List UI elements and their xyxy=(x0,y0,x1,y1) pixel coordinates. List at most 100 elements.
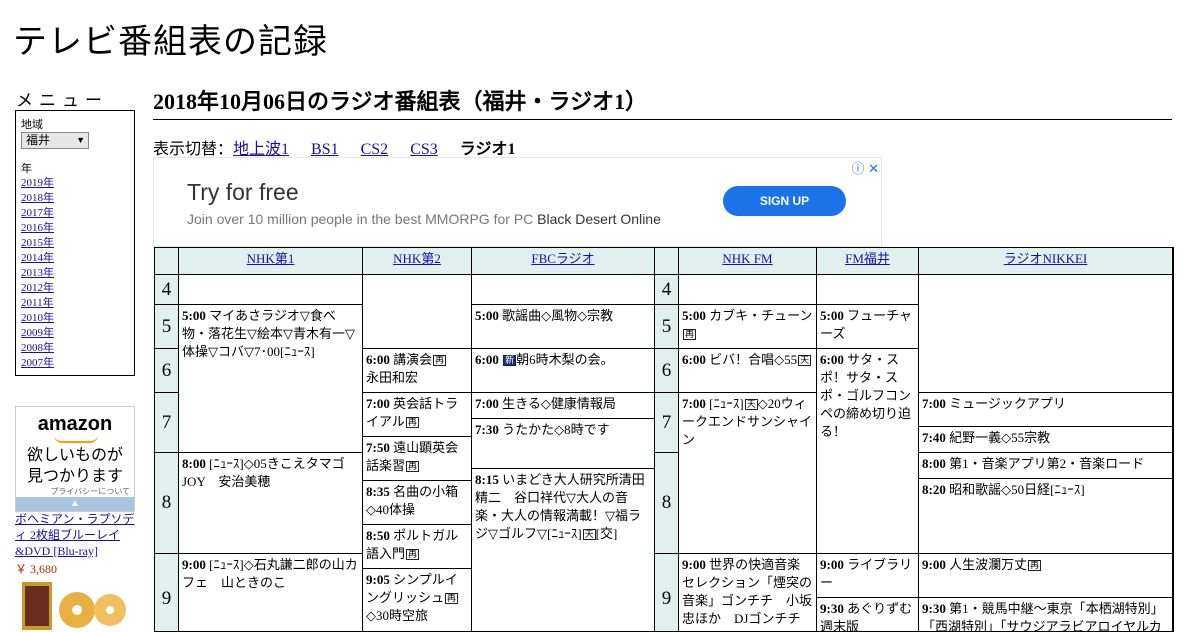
station-header[interactable]: FM福井 xyxy=(817,248,919,275)
ad-signup-button[interactable]: SIGN UP xyxy=(723,186,846,216)
amazon-scroll-up-icon[interactable]: ▲ xyxy=(16,497,134,511)
year-list: 2019年 2018年 2017年 2016年 2015年 2014年 2013… xyxy=(21,176,54,371)
station-link[interactable]: NHK第2 xyxy=(393,251,441,266)
amazon-privacy-link[interactable]: プライバシーについて xyxy=(50,486,130,497)
station-link[interactable]: NHK第1 xyxy=(247,251,295,266)
switch-link-cs3[interactable]: CS3 xyxy=(410,141,438,158)
program-cell[interactable]: 7:00 英会話トライアル再 xyxy=(363,393,472,437)
program-cell[interactable]: 8:00 [ﾆｭｰｽ]◇05きこえタマゴJOY 安治美穂 xyxy=(179,453,363,554)
program-cell[interactable]: 6:00 サタ・スポ！サタ・スポ・ゴルフコンペの締め切り迫る！ xyxy=(817,349,919,554)
program-time: 5:00 xyxy=(682,308,706,323)
program-title: [ﾆｭｰｽ]◇石丸謙二郎の山カフェ 山ときのこ xyxy=(182,557,358,590)
ad-title[interactable]: Try for free xyxy=(187,179,299,206)
station-link[interactable]: FBCラジオ xyxy=(531,251,594,266)
program-subtitle: ◇30時空旅 xyxy=(366,608,428,623)
program-title: いまどき大人研究所清田精二 谷口祥代▽大人の音楽・大人の情報満載！▽福ラジ▽ゴル… xyxy=(475,472,645,541)
grid-corner xyxy=(655,248,679,275)
program-title: 第1・音楽アプリ第2・音楽ロード xyxy=(949,456,1145,471)
program-cell[interactable]: 7:30 うたかた◇8時です xyxy=(472,419,655,469)
program-cell[interactable]: 9:00 人生波瀾万丈再 xyxy=(919,554,1173,598)
program-title: 講演会 xyxy=(393,352,433,367)
year-link[interactable]: 2015年 xyxy=(21,237,54,249)
program-cell[interactable]: 8:15 いまどき大人研究所清田精二 谷口祥代▽大人の音楽・大人の情報満載！▽福… xyxy=(472,469,655,631)
year-link[interactable]: 2011年 xyxy=(21,297,54,309)
program-title: [ﾆｭｰｽ]◇05きこえタマゴJOY 安治美穂 xyxy=(182,456,345,489)
amazon-banner[interactable]: amazon 欲しいものが 見つかります プライバシーについて ▲ xyxy=(15,406,135,512)
year-link[interactable]: 2016年 xyxy=(21,222,54,234)
program-cell[interactable]: 9:00 ライブラリー xyxy=(817,554,919,598)
year-link[interactable]: 2019年 xyxy=(21,177,54,189)
menu-title: メニュー xyxy=(16,91,108,110)
program-cell[interactable]: 7:00 ミュージックアプリ xyxy=(919,393,1173,427)
site-title[interactable]: テレビ番組表の記録 xyxy=(13,14,328,63)
station-link[interactable]: ラジオNIKKEI xyxy=(1004,251,1088,266)
switch-link-terrestrial[interactable]: 地上波1 xyxy=(233,141,289,158)
program-time: 9:00 xyxy=(682,557,706,572)
station-header[interactable]: NHK第2 xyxy=(363,248,472,275)
stereo-mark: 天 xyxy=(744,399,758,410)
station-header[interactable]: FBCラジオ xyxy=(472,248,655,275)
program-time: 5:00 xyxy=(182,308,206,323)
program-time: 7:00 xyxy=(366,396,390,411)
program-cell[interactable]: 8:35 名曲の小箱◇40体操 xyxy=(363,481,472,525)
station-header[interactable]: ラジオNIKKEI xyxy=(919,248,1173,275)
year-link[interactable]: 2018年 xyxy=(21,192,54,204)
program-time: 7:00 xyxy=(922,396,946,411)
ad-banner[interactable]: ⓘ ✕ Try for free Join over 10 million pe… xyxy=(153,157,882,247)
program-cell[interactable]: 9:05 シンプルイングリッシュ再 ◇30時空旅 xyxy=(363,569,472,631)
program-cell[interactable]: 7:50 遠山顕英会話楽習再 xyxy=(363,437,472,481)
product-image[interactable] xyxy=(22,580,128,630)
program-cell[interactable]: 8:20 昭和歌謡◇50日経[ﾆｭｰｽ] xyxy=(919,479,1173,554)
year-link[interactable]: 2013年 xyxy=(21,267,54,279)
program-cell[interactable]: 7:00 [ﾆｭｰｽ] 天 ◇20ウィークエンドサンシャイン xyxy=(679,393,817,554)
program-cell[interactable]: 8:50 ポルトガル語入門再 xyxy=(363,525,472,569)
channel-switcher: 表示切替：地上波1 BS1 CS2 CS3 ラジオ1 xyxy=(153,135,515,159)
program-time: 8:00 xyxy=(182,456,206,471)
program-cell[interactable]: 5:00 マイあさラジオ▽食べ物・落花生▽絵本▽青木有一▽体操▽コバ▽7･00[… xyxy=(179,305,363,453)
program-cell[interactable]: 9:00 [ﾆｭｰｽ]◇石丸謙二郎の山カフェ 山ときのこ xyxy=(179,554,363,631)
hour-label: 7 xyxy=(155,393,179,453)
station-header[interactable]: NHK第1 xyxy=(179,248,363,275)
station-link[interactable]: NHK FM xyxy=(722,251,772,266)
program-time: 9:00 xyxy=(182,557,206,572)
program-empty xyxy=(179,275,363,305)
switch-link-cs2[interactable]: CS2 xyxy=(361,141,389,158)
year-link[interactable]: 2014年 xyxy=(21,252,54,264)
year-link[interactable]: 2010年 xyxy=(21,312,54,324)
program-time: 8:50 xyxy=(366,528,390,543)
hour-label: 5 xyxy=(655,305,679,349)
program-cell[interactable]: 6:00 講演会再永田和宏 xyxy=(363,349,472,393)
year-link[interactable]: 2007年 xyxy=(21,357,54,369)
station-link[interactable]: FM福井 xyxy=(845,251,890,266)
program-cell[interactable]: 7:40 紀野一義◇55宗教 xyxy=(919,427,1173,453)
year-link[interactable]: 2012年 xyxy=(21,282,54,294)
rerun-mark: 再 xyxy=(683,329,697,340)
program-time: 8:20 xyxy=(922,482,946,497)
program-title: 朝6時木梨の会。 xyxy=(516,352,614,367)
program-cell[interactable]: 7:00 生きる◇健康情報局 xyxy=(472,393,655,419)
switch-link-bs[interactable]: BS1 xyxy=(311,141,339,158)
program-time: 9:00 xyxy=(820,557,844,572)
program-cell[interactable]: 6:00 新朝6時木梨の会。 xyxy=(472,349,655,393)
program-time: 7:00 xyxy=(475,396,499,411)
grid-corner xyxy=(155,248,179,275)
region-select[interactable]: 福井 ▼ xyxy=(21,132,89,149)
program-time: 6:00 xyxy=(475,352,499,367)
program-empty xyxy=(919,275,1173,393)
program-cell[interactable]: 9:30 第1・競馬中継〜東京「本栖湖特別」「西湖特別」「サウジアラビアロイヤル… xyxy=(919,598,1173,631)
ad-choices-icon[interactable]: ⓘ ✕ xyxy=(851,158,879,177)
program-cell[interactable]: 5:00 フューチャーズ xyxy=(817,305,919,349)
program-time: 6:00 xyxy=(820,352,844,367)
product-link[interactable]: ボヘミアン・ラプソディ 2枚組ブルーレイ&DVD [Blu-ray] xyxy=(15,511,140,559)
program-cell[interactable]: 5:00 カブキ・チューン再 xyxy=(679,305,817,349)
program-cell[interactable]: 9:00 世界の快適音楽セレクション「煙突の音楽」ゴンチチ 小坂忠ほか DJゴン… xyxy=(679,554,817,631)
station-header[interactable]: NHK FM xyxy=(679,248,817,275)
program-cell[interactable]: 5:00 歌謡曲◇風物◇宗教 xyxy=(472,305,655,349)
amazon-tagline: 欲しいものが 見つかります xyxy=(16,445,134,487)
year-link[interactable]: 2008年 xyxy=(21,342,54,354)
program-cell[interactable]: 6:00 ビバ！合唱◇55 天 xyxy=(679,349,817,393)
year-link[interactable]: 2017年 xyxy=(21,207,54,219)
program-cell[interactable]: 8:00 第1・音楽アプリ第2・音楽ロード xyxy=(919,453,1173,479)
year-link[interactable]: 2009年 xyxy=(21,327,54,339)
program-cell[interactable]: 9:30 あぐりずむ週末版 xyxy=(817,598,919,631)
